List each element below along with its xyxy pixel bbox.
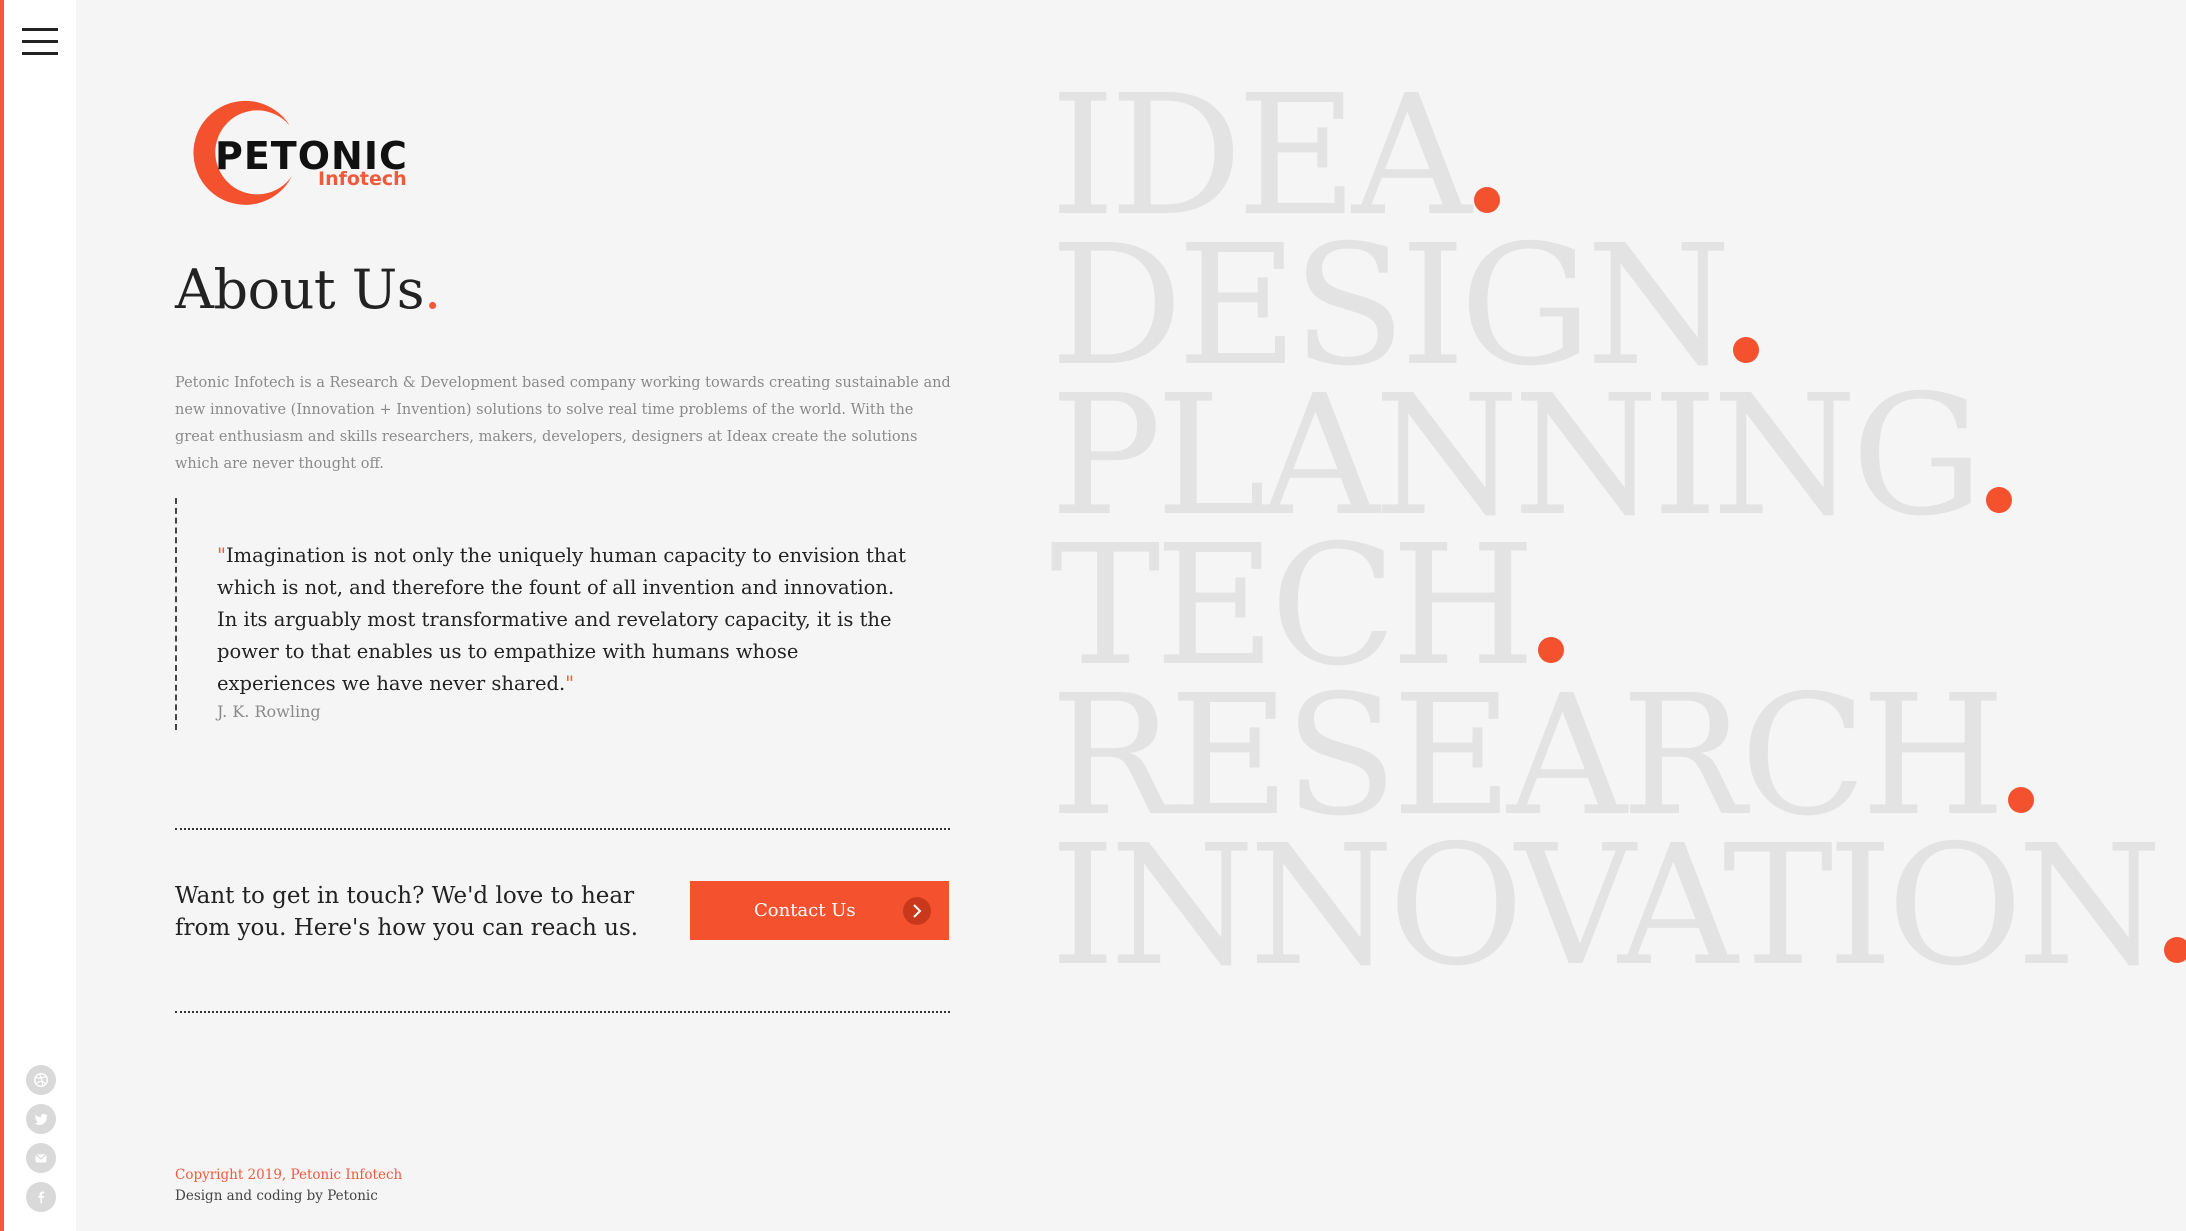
- divider-bottom: [175, 1011, 950, 1013]
- title-dot: .: [423, 258, 441, 321]
- accent-dot: [1985, 487, 2012, 513]
- page-title-text: About Us: [175, 258, 424, 321]
- chevron-right-icon: [903, 897, 931, 925]
- page-title: About Us.: [175, 258, 441, 321]
- hamburger-menu-icon[interactable]: [22, 26, 60, 56]
- main-content: PETONIC Infotech About Us. Petonic Infot…: [175, 0, 955, 1231]
- big-word-text: INNOVATION: [1050, 810, 2162, 1003]
- email-icon[interactable]: [26, 1143, 56, 1173]
- quote-open-mark: ": [217, 544, 226, 567]
- quote-text: "Imagination is not only the uniquely hu…: [217, 540, 917, 700]
- quote-author: J. K. Rowling: [217, 702, 321, 721]
- quote-body: Imagination is not only the uniquely hum…: [217, 544, 906, 695]
- quote-close-mark: ": [565, 672, 575, 695]
- sidebar: [0, 0, 76, 1231]
- logo-subtitle: Infotech: [318, 168, 407, 190]
- contact-us-button[interactable]: Contact Us: [690, 881, 949, 940]
- petonic-logo[interactable]: PETONIC Infotech: [175, 98, 415, 208]
- contact-button-label: Contact Us: [754, 900, 856, 921]
- twitter-icon[interactable]: [26, 1104, 56, 1134]
- credit-text: Design and coding by Petonic: [175, 1188, 378, 1204]
- dribbble-icon[interactable]: [26, 1065, 56, 1095]
- big-word-innovation: INNOVATION: [1050, 824, 2186, 990]
- background-words: IDEA DESIGN PLANNING TECH RESEARCH INNOV…: [1050, 74, 2186, 990]
- contact-cta-text: Want to get in touch? We'd love to hear …: [175, 883, 639, 941]
- accent-dot: [2164, 937, 2186, 963]
- copyright-text: Copyright 2019, Petonic Infotech: [175, 1167, 403, 1183]
- divider-top: [175, 828, 950, 830]
- facebook-icon[interactable]: [26, 1182, 56, 1212]
- quote-block: "Imagination is not only the uniquely hu…: [175, 498, 915, 730]
- footer: Copyright 2019, Petonic Infotech Design …: [175, 1165, 402, 1207]
- intro-paragraph: Petonic Infotech is a Research & Develop…: [175, 375, 951, 472]
